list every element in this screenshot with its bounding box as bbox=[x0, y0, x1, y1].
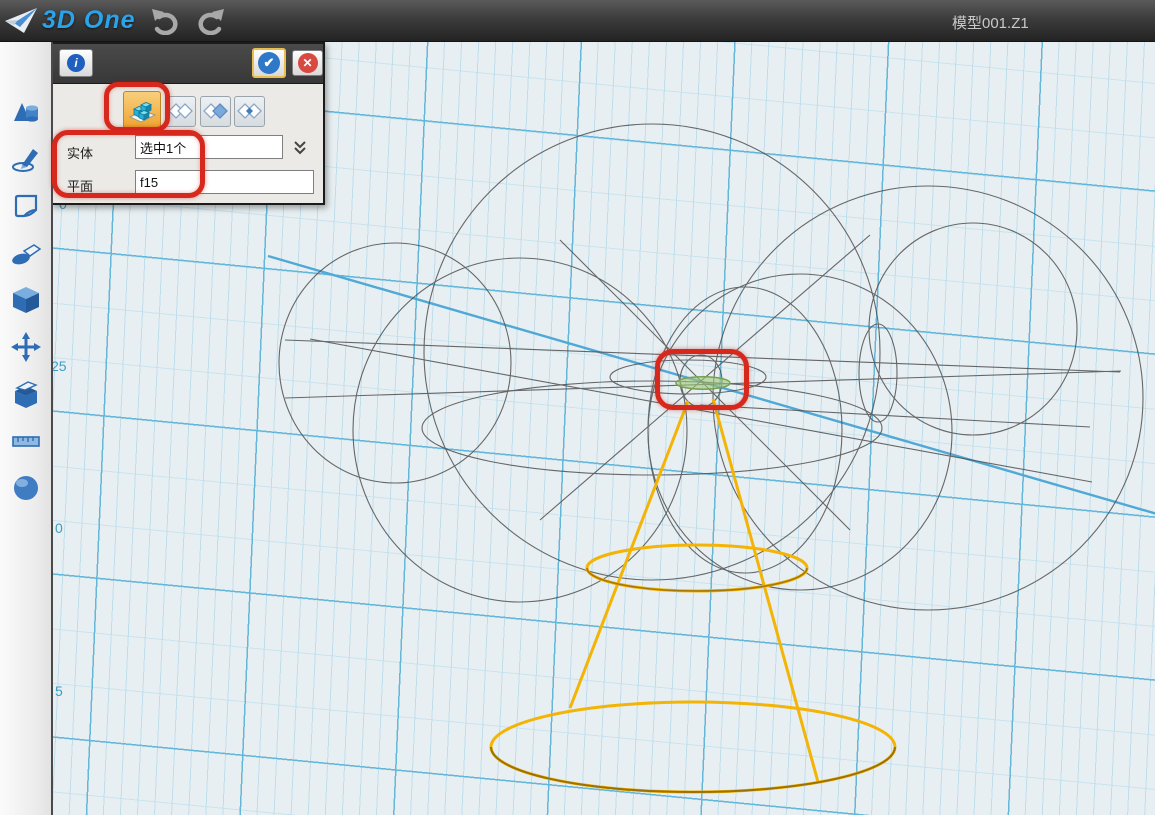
close-x-icon: ✕ bbox=[298, 53, 318, 73]
document-title: 模型001.Z1 bbox=[952, 12, 1029, 33]
selected-face-plane[interactable] bbox=[676, 377, 730, 389]
plane-field-input[interactable] bbox=[135, 170, 314, 194]
primitive-solids-icon bbox=[10, 96, 42, 128]
sidebar-item-move[interactable] bbox=[8, 329, 44, 365]
sidebar-item-material[interactable] bbox=[8, 470, 44, 506]
logo-text: 3D One bbox=[42, 6, 136, 35]
confirm-button[interactable]: ✔ bbox=[252, 48, 286, 78]
add-diamonds-icon bbox=[167, 98, 194, 125]
intersect-diamonds-icon bbox=[236, 98, 263, 125]
info-button[interactable]: i bbox=[59, 49, 93, 77]
sidebar-item-feature[interactable] bbox=[8, 282, 44, 318]
surface-sheet-icon bbox=[10, 190, 42, 222]
expand-list-button[interactable] bbox=[291, 139, 309, 157]
move-arrows-icon bbox=[10, 331, 42, 363]
sidebar-item-surface[interactable] bbox=[8, 188, 44, 224]
close-button[interactable]: ✕ bbox=[292, 50, 323, 76]
mode-boolean-base-button[interactable] bbox=[123, 91, 161, 129]
sketch-pen-icon bbox=[10, 143, 42, 175]
mode-boolean-subtract-button[interactable] bbox=[200, 96, 231, 127]
sphere-icon bbox=[10, 472, 42, 504]
confirm-check-icon: ✔ bbox=[258, 52, 280, 74]
double-chevron-down-icon bbox=[291, 139, 309, 157]
deform-tool-icon bbox=[10, 237, 42, 269]
mode-boolean-add-button[interactable] bbox=[165, 96, 196, 127]
redo-button[interactable] bbox=[194, 4, 228, 38]
cone-shaded-edge bbox=[491, 747, 895, 792]
undo-icon bbox=[150, 7, 180, 35]
mode-boolean-intersect-button[interactable] bbox=[234, 96, 265, 127]
selected-cone bbox=[491, 399, 895, 792]
redo-icon bbox=[196, 7, 226, 35]
sidebar-item-measure[interactable] bbox=[8, 423, 44, 459]
plane-field-label: 平面 bbox=[67, 176, 93, 195]
undo-button[interactable] bbox=[148, 4, 182, 38]
base-solid-cubes-icon bbox=[127, 95, 157, 125]
info-icon: i bbox=[67, 54, 85, 72]
top-toolbar: 3D One 模型001.Z1 bbox=[0, 0, 1155, 42]
app-window: 0 25 0 5 bbox=[0, 0, 1155, 815]
wireframe-spheres bbox=[279, 124, 1143, 610]
sidebar-item-primitive-solids[interactable] bbox=[8, 94, 44, 130]
sidebar-item-sketch-draw[interactable] bbox=[8, 141, 44, 177]
paper-plane-icon bbox=[4, 5, 40, 37]
cube-icon bbox=[10, 284, 42, 316]
sidebar-item-deform[interactable] bbox=[8, 235, 44, 271]
command-dialog: i ✔ ✕ bbox=[51, 42, 325, 205]
tool-sidebar bbox=[0, 42, 53, 815]
subtract-diamonds-icon bbox=[202, 98, 229, 125]
sidebar-item-assembly[interactable] bbox=[8, 376, 44, 412]
ruler-icon bbox=[10, 425, 42, 457]
entity-field-input[interactable] bbox=[135, 135, 283, 159]
app-logo: 3D One bbox=[4, 5, 136, 37]
entity-field-label: 实体 bbox=[67, 143, 93, 162]
open-box-icon bbox=[10, 378, 42, 410]
